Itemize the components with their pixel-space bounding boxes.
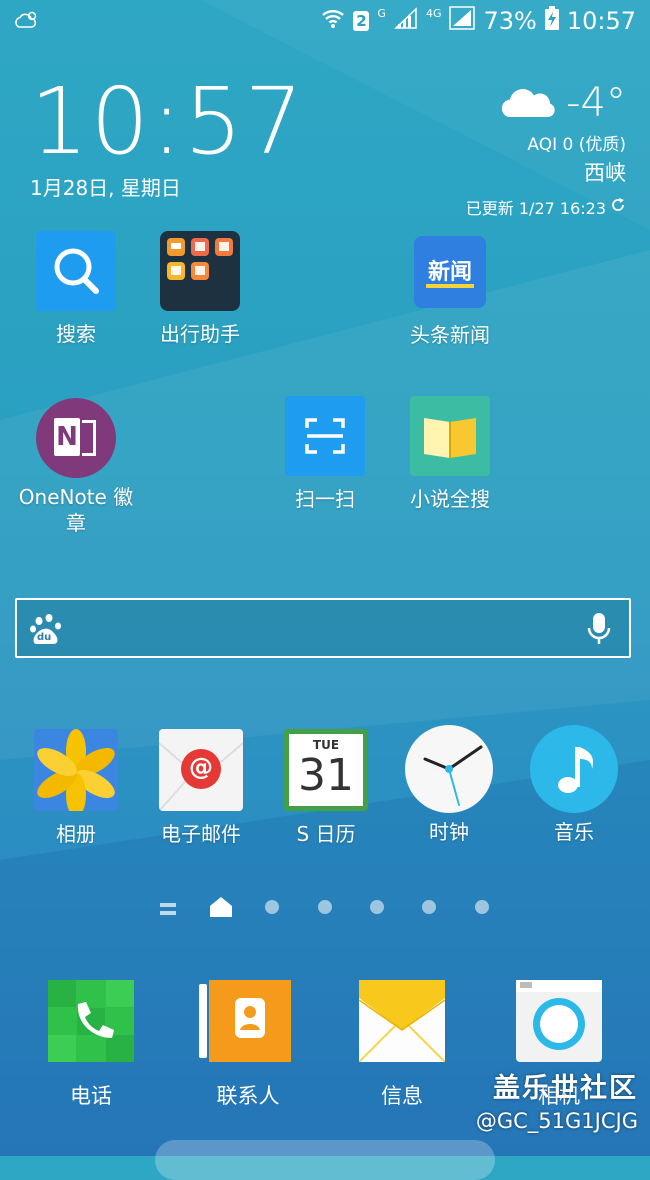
app-music[interactable]: 音乐 (509, 725, 639, 845)
app-label: 搜索 (56, 322, 96, 346)
search-icon (36, 231, 116, 311)
phone-icon (48, 980, 134, 1062)
news-icon-text: 新闻 (427, 260, 472, 285)
dock-label: 联系人 (216, 1084, 280, 1108)
dock-contacts[interactable]: 联系人 (168, 980, 328, 1110)
page-indicator (0, 893, 650, 923)
dock-messages[interactable]: 信息 (322, 980, 482, 1110)
messages-icon (358, 980, 446, 1063)
clock-icon (405, 725, 493, 813)
wifi-icon (321, 7, 345, 35)
page-dot[interactable] (265, 900, 279, 914)
book-icon (410, 396, 490, 476)
onenote-icon: N (36, 398, 116, 478)
app-label: 头条新闻 (410, 323, 490, 347)
battery-percent: 73% (483, 7, 537, 35)
dock-phone[interactable]: 电话 (11, 980, 171, 1110)
mic-icon[interactable] (587, 612, 611, 650)
app-label: 小说全搜 (410, 487, 490, 511)
app-calendar[interactable]: TUE 31 S 日历 (261, 729, 391, 847)
watermark: 盖乐世社区 @GC_51G1JCJG (476, 1066, 638, 1133)
weather-city: 西峡 (584, 161, 626, 185)
page-dot[interactable] (318, 900, 332, 914)
page-dot[interactable] (475, 900, 489, 914)
baidu-paw-icon: du (29, 612, 65, 652)
app-gallery[interactable]: 相册 (11, 729, 141, 847)
menu-page-icon[interactable] (160, 901, 176, 920)
sim-badge: 2 (353, 11, 370, 31)
signal-icon (394, 7, 418, 35)
contacts-icon (199, 980, 291, 1062)
app-news[interactable]: 新闻 头条新闻 (385, 236, 515, 348)
bottom-handle[interactable] (155, 1140, 495, 1180)
page-dot[interactable] (422, 900, 436, 914)
signal-icon-2 (449, 6, 476, 36)
app-novel-search[interactable]: 小说全搜 (385, 396, 515, 512)
weather-temp: -4° (566, 80, 626, 126)
app-label: 时钟 (429, 820, 469, 844)
email-at: @ (189, 753, 213, 781)
clock-widget[interactable]: 10:57 1月28日, 星期日 (30, 76, 305, 201)
gallery-icon (34, 729, 118, 811)
battery-charging-icon (544, 6, 559, 36)
app-onenote[interactable]: N OneNote 徽 章 (11, 398, 141, 536)
app-search[interactable]: 搜索 (11, 231, 141, 347)
app-clock[interactable]: 时钟 (384, 725, 514, 845)
network-type-g: G (377, 6, 386, 20)
watermark-user: @GC_51G1JCJG (475, 1109, 638, 1133)
weather-updated: 已更新 1/27 16:23 (466, 195, 626, 219)
home-page-icon[interactable] (210, 897, 232, 921)
weather-status-icon (14, 10, 40, 36)
network-type-4g: 4G (425, 6, 442, 20)
status-bar: 2 G 4G 73% 10:57 (0, 0, 650, 44)
onenote-letter: N (56, 422, 78, 452)
status-time: 10:57 (566, 7, 636, 35)
music-icon (530, 725, 618, 813)
app-label: S 日历 (296, 822, 356, 846)
email-icon: @ (159, 729, 243, 811)
baidu-du-text: du (37, 632, 52, 643)
news-icon: 新闻 (414, 236, 486, 308)
app-email[interactable]: @ 电子邮件 (136, 729, 266, 847)
clock-time: 10:57 (30, 68, 306, 175)
app-label: 相册 (56, 822, 96, 846)
app-label: 音乐 (554, 820, 594, 844)
dock-label: 信息 (381, 1084, 423, 1108)
weather-updated-text: 已更新 1/27 16:23 (465, 199, 606, 218)
page-dot[interactable] (370, 900, 384, 914)
cloud-icon (498, 83, 556, 123)
scan-icon (285, 396, 365, 476)
dock-label: 电话 (70, 1084, 112, 1108)
app-scan[interactable]: 扫一扫 (260, 396, 390, 512)
app-label: OneNote 徽 章 (18, 485, 134, 535)
app-label: 出行助手 (160, 322, 240, 346)
weather-aqi: AQI 0 (优质) (527, 135, 626, 155)
app-label: 扫一扫 (295, 487, 355, 511)
clock-date: 1月28日, 星期日 (30, 176, 181, 200)
calendar-icon: TUE 31 (284, 729, 368, 811)
app-label: 电子邮件 (161, 822, 241, 846)
watermark-title: 盖乐世社区 (493, 1073, 638, 1104)
calendar-day-num: 31 (298, 750, 354, 801)
baidu-search-bar[interactable]: du (15, 598, 631, 658)
weather-widget[interactable]: -4° AQI 0 (优质) 西峡 已更新 1/27 16:23 (466, 80, 626, 219)
app-travel-folder[interactable]: 出行助手 (135, 231, 265, 347)
travel-folder-icon (160, 231, 240, 311)
refresh-icon[interactable] (610, 197, 626, 217)
camera-icon (516, 980, 602, 1062)
